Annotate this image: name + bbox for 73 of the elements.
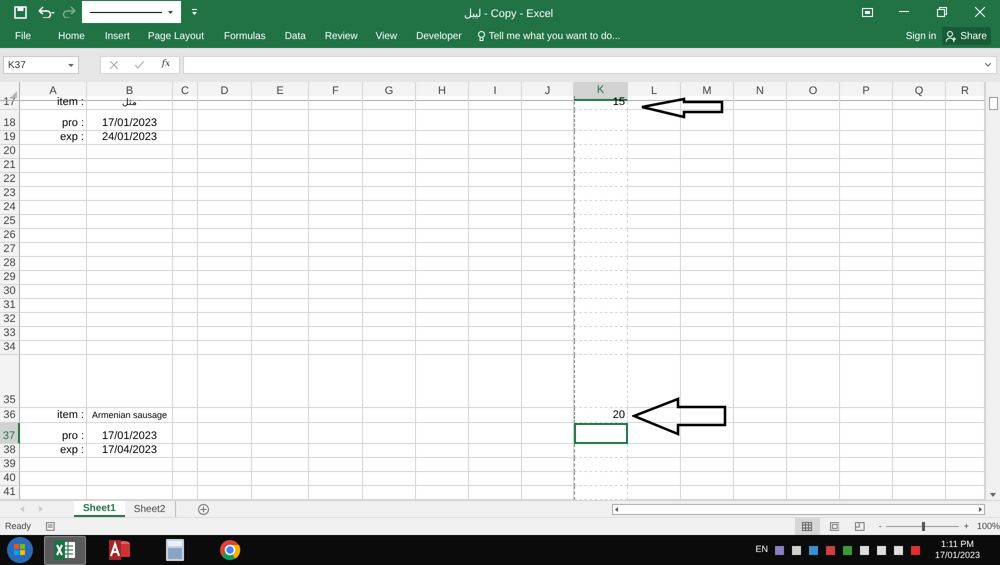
- insert-function-button[interactable]: fx: [162, 58, 170, 72]
- column-header[interactable]: E: [252, 82, 309, 100]
- column-header[interactable]: Q: [893, 82, 946, 100]
- ribbon-tab[interactable]: File: [15, 28, 32, 44]
- row-header[interactable]: 35: [0, 355, 20, 408]
- table-cell[interactable]: 20: [574, 408, 628, 423]
- ribbon-tab[interactable]: Formulas: [224, 28, 266, 44]
- column-header[interactable]: L: [628, 82, 681, 100]
- column-header[interactable]: I: [469, 82, 522, 100]
- row-header[interactable]: 30: [0, 285, 20, 299]
- row-header[interactable]: 41: [0, 486, 20, 500]
- status-text: Ready: [5, 520, 32, 533]
- row-header[interactable]: 23: [0, 187, 20, 201]
- ribbon-tab[interactable]: Developer: [416, 28, 462, 44]
- row-header[interactable]: 39: [0, 458, 20, 472]
- ribbon-tab[interactable]: Home: [58, 28, 85, 44]
- row-header[interactable]: 21: [0, 159, 20, 173]
- row-header[interactable]: 25: [0, 215, 20, 229]
- clock-time[interactable]: 1:11 PM: [941, 539, 974, 550]
- table-cell[interactable]: 17/04/2023: [87, 444, 173, 458]
- row-header[interactable]: 34: [0, 341, 20, 355]
- column-header[interactable]: N: [734, 82, 787, 100]
- name-box[interactable]: K37: [3, 56, 79, 74]
- table-cell[interactable]: 17/01/2023: [87, 423, 173, 444]
- table-cell[interactable]: 24/01/2023: [87, 131, 173, 145]
- share-button[interactable]: Share: [942, 27, 991, 45]
- table-cell[interactable]: item :: [20, 408, 87, 423]
- tell-me-field[interactable]: Tell me what you want to do...: [488, 28, 620, 44]
- row-header[interactable]: 40: [0, 472, 20, 486]
- zoom-out-button[interactable]: -: [878, 520, 882, 534]
- row-header[interactable]: 37: [0, 423, 20, 444]
- row-header[interactable]: 20: [0, 145, 20, 159]
- table-cell[interactable]: pro :: [20, 110, 87, 131]
- row-header[interactable]: 18: [0, 110, 20, 131]
- column-header[interactable]: H: [416, 82, 469, 100]
- ribbon-tab[interactable]: Insert: [104, 28, 130, 44]
- ribbon-tab[interactable]: Page Layout: [148, 28, 204, 44]
- table-cell[interactable]: exp :: [20, 444, 87, 458]
- column-header[interactable]: P: [840, 82, 893, 100]
- sign-in-link[interactable]: Sign in: [906, 28, 936, 44]
- column-header[interactable]: O: [787, 82, 840, 100]
- column-header[interactable]: F: [309, 82, 363, 100]
- row-header[interactable]: 33: [0, 327, 20, 341]
- row-header[interactable]: 32: [0, 313, 20, 327]
- window-title: لیبل - Copy - Excel: [464, 7, 554, 22]
- column-header[interactable]: M: [681, 82, 734, 100]
- zoom-level[interactable]: 100%: [976, 520, 1000, 534]
- clock-date[interactable]: 17/01/2023: [934, 550, 980, 561]
- sheet-tab[interactable]: Sheet1: [74, 501, 125, 517]
- zoom-in-button[interactable]: +: [964, 520, 969, 534]
- row-header[interactable]: 29: [0, 271, 20, 285]
- row-header[interactable]: 36: [0, 408, 20, 423]
- ribbon-tab[interactable]: Data: [284, 28, 306, 44]
- table-cell[interactable]: مثل: [87, 96, 173, 110]
- row-header[interactable]: 28: [0, 257, 20, 271]
- table-cell[interactable]: Armenian sausage: [87, 408, 173, 423]
- column-header[interactable]: C: [173, 82, 198, 100]
- row-header[interactable]: 38: [0, 444, 20, 458]
- row-header[interactable]: 31: [0, 299, 20, 313]
- row-header[interactable]: 22: [0, 173, 20, 187]
- ribbon-tab[interactable]: Review: [324, 28, 358, 44]
- table-cell[interactable]: item :: [20, 96, 87, 110]
- table-cell[interactable]: pro :: [20, 423, 87, 444]
- row-header[interactable]: 19: [0, 131, 20, 145]
- column-header[interactable]: D: [198, 82, 252, 100]
- table-cell[interactable]: exp :: [20, 131, 87, 145]
- language-indicator[interactable]: EN: [755, 543, 768, 557]
- row-header[interactable]: 26: [0, 229, 20, 243]
- row-header[interactable]: 24: [0, 201, 20, 215]
- row-header[interactable]: 27: [0, 243, 20, 257]
- column-header[interactable]: G: [363, 82, 416, 100]
- table-cell[interactable]: 17/01/2023: [87, 110, 173, 131]
- ribbon-tab[interactable]: View: [376, 28, 398, 44]
